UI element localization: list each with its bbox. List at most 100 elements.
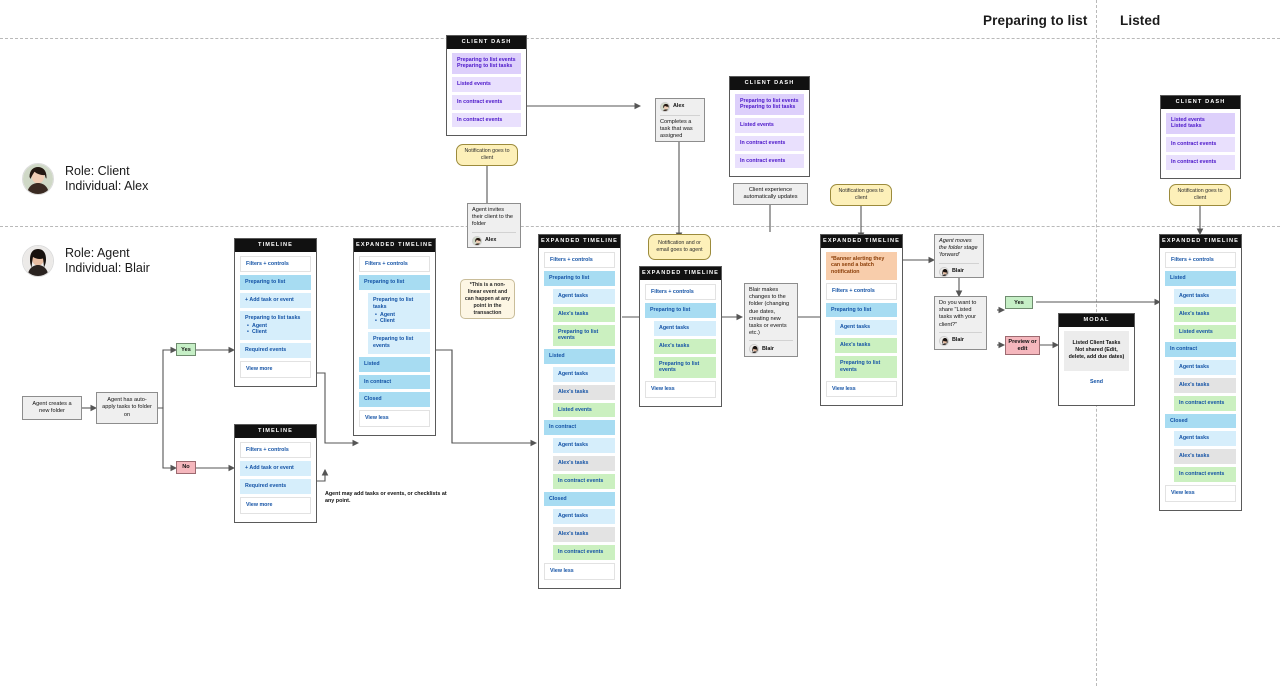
decision-yes[interactable]: Yes <box>176 343 196 356</box>
card-row[interactable]: Alex's tasks <box>553 384 615 400</box>
node-auto-apply-tasks[interactable]: Agent has auto-apply tasks to folder on <box>96 392 158 424</box>
card-row[interactable]: Filters + controls <box>240 255 311 273</box>
card-row[interactable]: Preparing to list events <box>835 356 897 378</box>
card-expanded-timeline-2[interactable]: EXPANDED TIMELINE Filters + controls Prep… <box>538 234 621 589</box>
card-row[interactable]: Filters + controls <box>645 283 716 301</box>
card-row[interactable]: Preparing to list events Preparing to lis… <box>735 93 804 116</box>
card-row[interactable]: Preparing to list events <box>654 356 716 379</box>
card-row[interactable]: View less <box>359 410 430 428</box>
card-row[interactable]: In contract events <box>735 135 804 151</box>
card-row[interactable]: In contract events <box>452 112 521 128</box>
card-row[interactable]: Preparing to list <box>826 302 897 318</box>
card-row[interactable]: Agent tasks <box>1174 289 1236 304</box>
card-row[interactable]: Alex's tasks <box>553 456 615 471</box>
card-expanded-timeline-4[interactable]: EXPANDED TIMELINE *Banner alerting they … <box>820 234 903 407</box>
card-row[interactable]: In contract events <box>735 153 804 169</box>
card-modal[interactable]: MODAL Listed Client Tasks Not shared (Ed… <box>1058 313 1135 406</box>
card-row-line: Alex's tasks <box>558 531 589 538</box>
card-row[interactable]: Required events <box>240 343 311 359</box>
card-row[interactable]: Preparing to list <box>359 275 430 291</box>
card-row[interactable]: Agent tasks <box>1174 360 1236 376</box>
card-row[interactable]: + Add task or event <box>240 461 311 477</box>
decision-no[interactable]: No <box>176 461 196 474</box>
card-row[interactable]: In contract <box>544 420 615 436</box>
card-row[interactable]: Agent tasks <box>835 320 897 336</box>
card-timeline-1[interactable]: TIMELINE Filters + controls Preparing to … <box>234 238 317 387</box>
card-row[interactable]: Listed <box>544 349 615 365</box>
card-row[interactable]: Filters + controls <box>1165 251 1236 269</box>
card-row[interactable]: View more <box>240 361 311 378</box>
card-client-dash-1[interactable]: CLIENT DASH Preparing to list events Prep… <box>446 35 527 137</box>
card-row[interactable]: *Banner alerting they can send a batch n… <box>826 251 897 280</box>
card-expanded-timeline-3[interactable]: EXPANDED TIMELINE Filters + controls Prep… <box>639 266 722 408</box>
card-row[interactable]: Preparing to list <box>645 303 716 319</box>
card-timeline-2[interactable]: TIMELINE Filters + controls + Add task or… <box>234 424 317 523</box>
card-row[interactable]: In contract events <box>1166 154 1235 170</box>
card-row[interactable]: Alex's tasks <box>1174 378 1236 393</box>
card-row[interactable]: Agent tasks <box>553 289 615 304</box>
card-row[interactable]: Listed <box>359 356 430 372</box>
card-row[interactable]: Agent tasks <box>1174 431 1236 447</box>
card-row[interactable]: View more <box>240 496 311 514</box>
card-row[interactable]: Required events <box>240 479 311 494</box>
card-row[interactable]: Filters + controls <box>544 251 615 269</box>
card-row[interactable]: In contract events <box>1166 137 1235 152</box>
node-completes-task[interactable]: Alex Completes a task that was assigned <box>655 98 705 142</box>
node-share-question[interactable]: Do you want to share "Listed tasks with … <box>934 296 987 350</box>
card-row[interactable]: Closed <box>359 392 430 408</box>
card-row[interactable]: Alex's tasks <box>553 527 615 543</box>
card-row[interactable]: Listed <box>1165 271 1236 287</box>
card-row[interactable]: Agent tasks <box>553 509 615 525</box>
card-row[interactable]: In contract events <box>1174 395 1236 411</box>
card-row[interactable]: In contract events <box>1174 467 1236 482</box>
node-agent-creates-folder[interactable]: Agent creates a new folder <box>22 396 82 420</box>
card-row-line: View less <box>1171 489 1195 496</box>
modal-send-button[interactable]: Send <box>1064 373 1129 393</box>
card-row[interactable]: Filters + controls <box>359 255 430 273</box>
card-row[interactable]: Preparing to list tasks AgentClient <box>240 310 311 341</box>
card-row[interactable]: Alex's tasks <box>1174 306 1236 322</box>
card-row[interactable]: Alex's tasks <box>1174 449 1236 465</box>
card-row[interactable]: In contract events <box>553 473 615 489</box>
card-row[interactable]: View less <box>645 381 716 399</box>
card-row[interactable]: Closed <box>544 491 615 507</box>
card-row[interactable]: Alex's tasks <box>553 306 615 322</box>
card-row[interactable]: View less <box>826 380 897 398</box>
node-blair-makes-changes[interactable]: Blair makes changes to the folder (chang… <box>744 283 798 357</box>
node-client-experience-updates[interactable]: Client experience automatically updates <box>733 183 808 205</box>
card-row[interactable]: In contract <box>1165 342 1236 358</box>
node-agent-moves-stage[interactable]: Agent moves the folder stage 'forward' B… <box>934 234 984 278</box>
card-client-dash-3[interactable]: CLIENT DASH Listed events Listed tasks In … <box>1160 95 1241 179</box>
card-client-dash-2[interactable]: CLIENT DASH Preparing to list events Prep… <box>729 76 810 178</box>
card-row[interactable]: Agent tasks <box>553 438 615 454</box>
card-row[interactable]: Listed events <box>452 77 521 92</box>
card-row[interactable]: Closed <box>1165 413 1236 429</box>
card-row[interactable]: Preparing to list tasks AgentClient <box>368 293 430 330</box>
card-row[interactable]: Listed events <box>553 402 615 418</box>
card-row[interactable]: Listed events Listed tasks <box>1166 112 1235 135</box>
card-expanded-timeline-5[interactable]: EXPANDED TIMELINE Filters + controls List… <box>1159 234 1242 511</box>
card-row[interactable]: Agent tasks <box>654 321 716 336</box>
card-row[interactable]: Filters + controls <box>826 282 897 300</box>
card-row[interactable]: In contract events <box>553 545 615 560</box>
card-row[interactable]: View less <box>544 562 615 580</box>
card-row[interactable]: Filters + controls <box>240 441 311 459</box>
card-row[interactable]: Preparing to list events Preparing to lis… <box>452 52 521 75</box>
card-row[interactable]: Listed events <box>1174 324 1236 340</box>
card-row[interactable]: Alex's tasks <box>835 338 897 354</box>
card-row[interactable]: Listed events <box>735 118 804 133</box>
card-row[interactable]: + Add task or event <box>240 293 311 308</box>
card-row[interactable]: Alex's tasks <box>654 338 716 354</box>
preview-or-edit-button[interactable]: Preview or edit <box>1005 336 1040 355</box>
card-row[interactable]: View less <box>1165 484 1236 502</box>
node-agent-invites-client[interactable]: Agent invites their client to the folder… <box>467 203 521 248</box>
card-row[interactable]: Preparing to list <box>544 271 615 287</box>
card-row[interactable]: In contract <box>359 374 430 390</box>
card-row[interactable]: Preparing to list <box>240 275 311 291</box>
card-expanded-timeline-1[interactable]: EXPANDED TIMELINE Filters + controls Prep… <box>353 238 436 437</box>
card-row[interactable]: Preparing to list events <box>368 332 430 354</box>
share-yes-button[interactable]: Yes <box>1005 296 1033 309</box>
card-row[interactable]: Preparing to list events <box>553 324 615 347</box>
card-row[interactable]: Agent tasks <box>553 367 615 382</box>
card-row[interactable]: In contract events <box>452 94 521 110</box>
